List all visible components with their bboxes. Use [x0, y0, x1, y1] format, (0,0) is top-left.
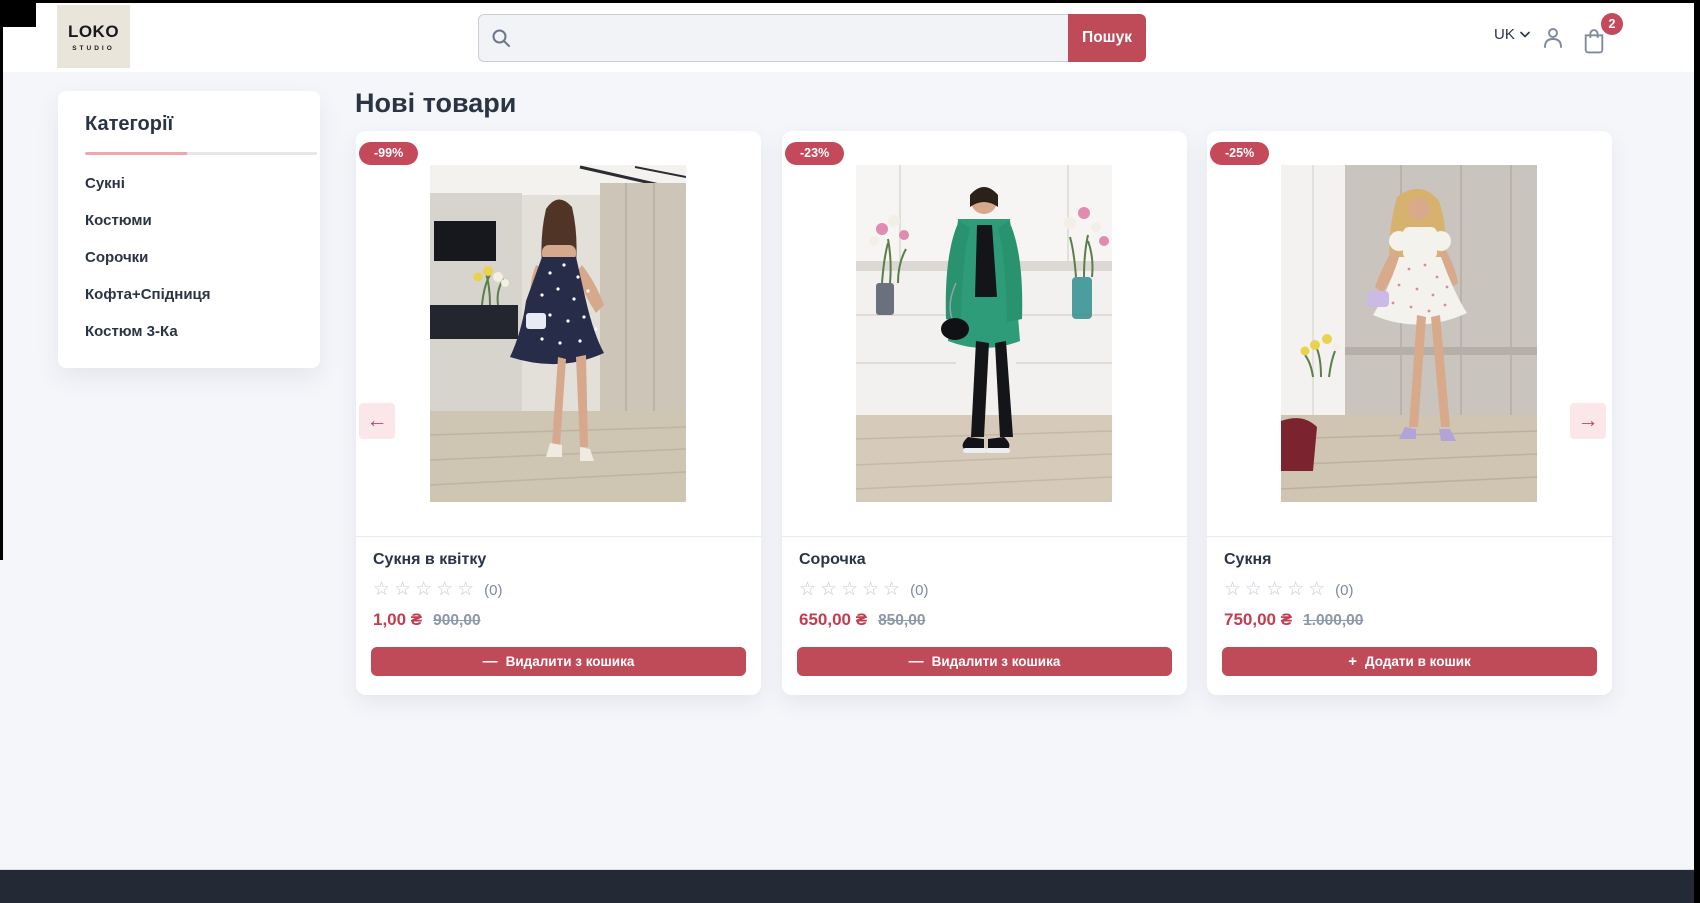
categories-divider: [85, 152, 317, 155]
minus-icon: —: [483, 654, 498, 669]
categories-list: Сукні Костюми Сорочки Кофта+Спідниця Кос…: [85, 175, 320, 341]
product-photo-illustration: [1281, 165, 1537, 502]
old-price: 900,00: [433, 612, 480, 630]
carousel-prev-button[interactable]: ←: [359, 403, 395, 439]
logo[interactable]: LOKO STUDIO: [57, 5, 130, 68]
page-title: Нові товари: [355, 88, 516, 119]
product-title[interactable]: Сукня в квітку: [373, 551, 744, 569]
current-price: 1,00 ₴: [373, 610, 422, 630]
page: LOKO STUDIO Пошук UK: [0, 0, 1700, 903]
search-input[interactable]: [478, 14, 1068, 62]
rating-row: ☆☆☆☆☆ (0): [373, 580, 744, 600]
arrow-right-icon: →: [1578, 409, 1599, 433]
cta-label: Видалити з кошика: [932, 654, 1061, 669]
sidebar-item-sukni[interactable]: Сукні: [85, 175, 320, 193]
card-divider: [782, 536, 1187, 537]
cart-button[interactable]: 2: [1581, 27, 1607, 54]
current-price: 650,00 ₴: [799, 610, 867, 630]
language-selector[interactable]: UK: [1494, 26, 1530, 43]
product-photo-illustration: [856, 165, 1112, 502]
cta-label: Видалити з кошика: [506, 654, 635, 669]
product-info: Сукня ☆☆☆☆☆ (0) 750,00 ₴ 1.000,00: [1224, 551, 1595, 630]
logo-text: LOKO: [68, 22, 119, 42]
minus-icon: —: [909, 654, 924, 669]
discount-badge: -25%: [1210, 142, 1269, 165]
sidebar-item-kofta-spidnytsia[interactable]: Кофта+Спідниця: [85, 286, 320, 304]
rating-count: (0): [484, 582, 502, 599]
categories-panel: Категорії Сукні Костюми Сорочки Кофта+Сп…: [58, 91, 320, 368]
chevron-down-icon: [1520, 31, 1530, 38]
screen-edge-artifact: [0, 0, 36, 27]
product-title[interactable]: Сорочка: [799, 551, 1170, 569]
arrow-left-icon: ←: [367, 409, 388, 433]
screen-edge-artifact: [0, 0, 3, 560]
cart-count-badge: 2: [1601, 13, 1623, 35]
star-icons: ☆☆☆☆☆: [373, 580, 478, 600]
current-price: 750,00 ₴: [1224, 610, 1292, 630]
search-bar: Пошук: [478, 14, 1146, 62]
plus-icon: +: [1348, 654, 1357, 669]
product-image[interactable]: [856, 165, 1112, 502]
screen-edge-artifact: [0, 0, 1700, 3]
product-image[interactable]: [430, 165, 686, 502]
price-row: 1,00 ₴ 900,00: [373, 610, 744, 630]
account-button[interactable]: [1541, 26, 1565, 50]
price-row: 750,00 ₴ 1.000,00: [1224, 610, 1595, 630]
remove-from-cart-button[interactable]: — Видалити з кошика: [371, 647, 746, 676]
product-photo-illustration: [430, 165, 686, 502]
product-image[interactable]: [1281, 165, 1537, 502]
rating-count: (0): [910, 582, 928, 599]
language-selected: UK: [1494, 26, 1515, 43]
footer: [0, 869, 1700, 903]
categories-title: Категорії: [85, 111, 320, 138]
header: LOKO STUDIO Пошук UK: [0, 0, 1700, 72]
product-info: Сукня в квітку ☆☆☆☆☆ (0) 1,00 ₴ 900,00: [373, 551, 744, 630]
user-icon: [1541, 26, 1565, 50]
rating-row: ☆☆☆☆☆ (0): [1224, 580, 1595, 600]
rating-count: (0): [1335, 582, 1353, 599]
add-to-cart-button[interactable]: + Додати в кошик: [1222, 647, 1597, 676]
search-button[interactable]: Пошук: [1068, 14, 1146, 62]
price-row: 650,00 ₴ 850,00: [799, 610, 1170, 630]
logo-subtext: STUDIO: [72, 45, 115, 52]
product-card: -25% Сукня ☆☆☆☆☆ (0) 750,00 ₴ 1.000,00 +…: [1207, 131, 1612, 695]
card-divider: [1207, 536, 1612, 537]
old-price: 850,00: [878, 612, 925, 630]
card-divider: [356, 536, 761, 537]
discount-badge: -99%: [359, 142, 418, 165]
old-price: 1.000,00: [1303, 612, 1363, 630]
product-card: -23% Сорочка ☆☆☆☆☆ (0) 650,00 ₴ 850,00 —…: [782, 131, 1187, 695]
rating-row: ☆☆☆☆☆ (0): [799, 580, 1170, 600]
product-info: Сорочка ☆☆☆☆☆ (0) 650,00 ₴ 850,00: [799, 551, 1170, 630]
sidebar-item-kostium-3ka[interactable]: Костюм 3-Ка: [85, 323, 320, 341]
product-card: -99% Сукня в квітку ☆☆☆☆☆ (0) 1,00 ₴ 900…: [356, 131, 761, 695]
sidebar-item-kostiumy[interactable]: Костюми: [85, 212, 320, 230]
sidebar-item-sorochky[interactable]: Сорочки: [85, 249, 320, 267]
search-box: [478, 14, 1068, 62]
star-icons: ☆☆☆☆☆: [1224, 580, 1329, 600]
cta-label: Додати в кошик: [1365, 654, 1471, 669]
product-title[interactable]: Сукня: [1224, 551, 1595, 569]
discount-badge: -23%: [785, 142, 844, 165]
remove-from-cart-button[interactable]: — Видалити з кошика: [797, 647, 1172, 676]
star-icons: ☆☆☆☆☆: [799, 580, 904, 600]
carousel-next-button[interactable]: →: [1570, 403, 1606, 439]
screen-edge-artifact: [1694, 0, 1700, 903]
